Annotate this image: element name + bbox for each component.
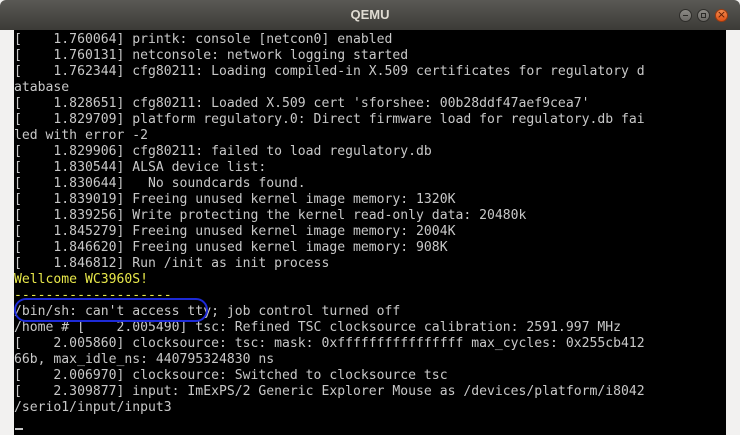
close-icon[interactable] [715, 7, 728, 22]
terminal-line: [ 1.828651] cfg80211: Loaded X.509 cert … [14, 96, 590, 111]
annotation-circle [14, 298, 208, 322]
terminal-output: [ 1.760064] printk: console [netcon0] en… [14, 32, 726, 432]
terminal-line: [ 1.830544] ALSA device list: [14, 160, 267, 175]
text-cursor [15, 428, 23, 430]
terminal-line: atabase [14, 80, 70, 95]
window-title: QEMU [350, 7, 390, 22]
terminal-line: [ 1.760064] printk: console [netcon0] en… [14, 32, 393, 47]
qemu-window: QEMU [ 1.760064] printk: console [netcon… [0, 0, 740, 435]
terminal-line: led with error -2 [14, 128, 149, 143]
terminal-line: 66b, max_idle_ns: 440795324830 ns [14, 352, 275, 367]
terminal-line: [ 2.309877] input: ImExPS/2 Generic Expl… [14, 384, 645, 399]
terminal-line: [ 1.839019] Freeing unused kernel image … [14, 192, 456, 207]
terminal-line: [ 1.839256] Write protecting the kernel … [14, 208, 527, 223]
terminal-line: [ 1.845279] Freeing unused kernel image … [14, 224, 456, 239]
title-bar[interactable]: QEMU [0, 0, 740, 30]
terminal-line: Wellcome WC3960S! [14, 272, 149, 287]
terminal-line: [ 2.006970] clocksource: Switched to clo… [14, 368, 448, 383]
terminal-line: /home # [ 2.005490] tsc: Refined TSC clo… [14, 320, 621, 335]
terminal-screen[interactable]: [ 1.760064] printk: console [netcon0] en… [14, 30, 726, 435]
terminal-line: [ 1.762344] cfg80211: Loading compiled-i… [14, 64, 645, 79]
terminal-line: [ 1.830644] No soundcards found. [14, 176, 306, 191]
terminal-line: [ 1.760131] netconsole: network logging … [14, 48, 409, 63]
minimize-icon[interactable] [679, 9, 692, 22]
terminal-line: [ 1.829906] cfg80211: failed to load reg… [14, 144, 432, 159]
terminal-line: [ 1.846620] Freeing unused kernel image … [14, 240, 448, 255]
terminal-line: [ 1.829709] platform regulatory.0: Direc… [14, 112, 645, 127]
terminal-line: [ 2.005860] clocksource: tsc: mask: 0xff… [14, 336, 645, 351]
maximize-icon[interactable] [697, 9, 710, 22]
terminal-line: [ 1.846812] Run /init as init process [14, 256, 330, 271]
terminal-line: /serio1/input/input3 [14, 400, 172, 415]
